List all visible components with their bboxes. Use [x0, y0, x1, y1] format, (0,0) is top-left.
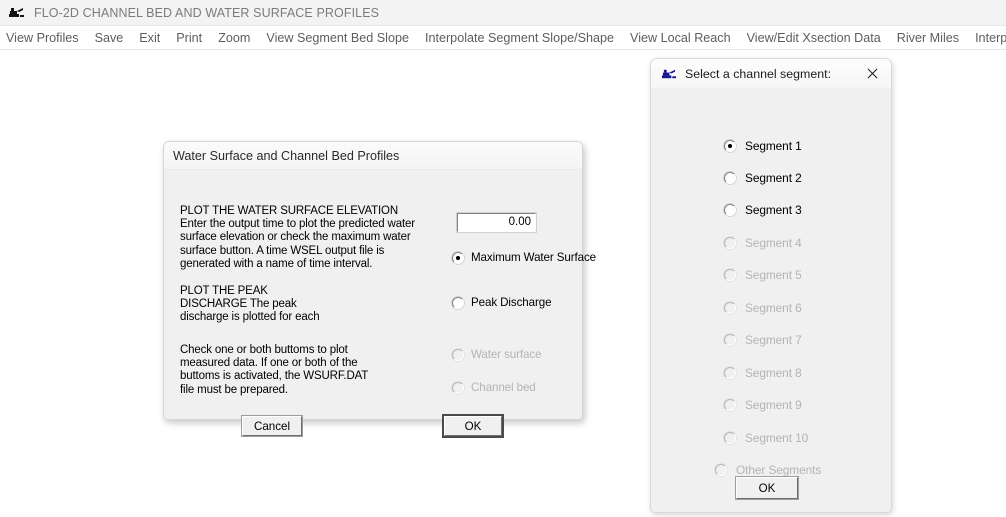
- radio-indicator-icon: [724, 237, 736, 249]
- radio-segment-1[interactable]: Segment 1: [724, 139, 802, 153]
- menu-item-print[interactable]: Print: [168, 26, 210, 50]
- menu-item-save[interactable]: Save: [87, 26, 132, 50]
- radio-indicator-icon: [724, 334, 736, 346]
- radio-label: Segment 9: [745, 398, 802, 412]
- radio-indicator-icon: [724, 302, 736, 314]
- radio-channel-bed-measured: Channel bed: [452, 381, 536, 394]
- menu-item-view-local-reach[interactable]: View Local Reach: [622, 26, 739, 50]
- radio-segment-8: Segment 8: [724, 366, 802, 380]
- menu-item-interpolate-n-values[interactable]: Interpolate n-values: [967, 26, 1006, 50]
- radio-label: Segment 4: [745, 236, 802, 250]
- segment-ok-button[interactable]: OK: [736, 477, 798, 499]
- radio-label: Segment 8: [745, 366, 802, 380]
- radio-label: Maximum Water Surface: [471, 251, 596, 264]
- radio-label: Segment 1: [745, 139, 802, 153]
- radio-water-surface-measured: Water surface: [452, 348, 541, 361]
- radio-maximum-water-surface[interactable]: Maximum Water Surface: [452, 251, 596, 264]
- ok-button[interactable]: OK: [444, 416, 502, 436]
- radio-indicator-icon: [724, 172, 736, 184]
- output-time-input[interactable]: 0.00: [457, 213, 536, 232]
- profiles-dialog-titlebar: Water Surface and Channel Bed Profiles: [164, 142, 582, 170]
- radio-segment-2[interactable]: Segment 2: [724, 171, 802, 185]
- menu-item-exit[interactable]: Exit: [131, 26, 168, 50]
- menu-item-view-profiles[interactable]: View Profiles: [0, 26, 87, 50]
- menu-item-zoom[interactable]: Zoom: [210, 26, 258, 50]
- radio-peak-discharge[interactable]: Peak Discharge: [452, 296, 551, 309]
- window-titlebar: FLO-2D CHANNEL BED AND WATER SURFACE PRO…: [0, 0, 1006, 26]
- radio-other-segments: Other Segments: [715, 463, 821, 477]
- plot-peak-discharge-text: PLOT THE PEAK DISCHARGE The peak dischar…: [180, 285, 428, 325]
- radio-label: Other Segments: [736, 463, 821, 477]
- radio-indicator-icon: [724, 269, 736, 281]
- measured-data-instructions-text: Check one or both buttoms to plot measur…: [180, 344, 428, 397]
- radio-label: Segment 5: [745, 268, 802, 282]
- water-surface-profiles-dialog: Water Surface and Channel Bed Profiles P…: [163, 141, 583, 420]
- radio-segment-5: Segment 5: [724, 268, 802, 282]
- menu-item-river-miles[interactable]: River Miles: [889, 26, 967, 50]
- radio-indicator-icon: [452, 382, 464, 394]
- segment-dialog-title: Select a channel segment:: [685, 67, 851, 81]
- flo2d-app-icon: [661, 67, 677, 81]
- radio-indicator-icon: [724, 140, 736, 152]
- menu-bar: View Profiles Save Exit Print Zoom View …: [0, 26, 1006, 50]
- radio-indicator-icon: [724, 399, 736, 411]
- radio-indicator-icon: [452, 252, 464, 264]
- radio-label: Segment 7: [745, 333, 802, 347]
- radio-label: Segment 2: [745, 171, 802, 185]
- radio-segment-7: Segment 7: [724, 333, 802, 347]
- radio-label: Channel bed: [471, 381, 536, 394]
- app-root: FLO-2D CHANNEL BED AND WATER SURFACE PRO…: [0, 0, 1006, 517]
- radio-indicator-icon: [724, 204, 736, 216]
- radio-label: Water surface: [471, 348, 541, 361]
- radio-label: Peak Discharge: [471, 296, 551, 309]
- radio-segment-6: Segment 6: [724, 301, 802, 315]
- segment-radio-list: Segment 1 Segment 2 Segment 3 Segment 4 …: [651, 89, 891, 481]
- cancel-button[interactable]: Cancel: [242, 416, 302, 436]
- radio-indicator-icon: [452, 349, 464, 361]
- menu-item-view-segment-bed-slope[interactable]: View Segment Bed Slope: [258, 26, 417, 50]
- plot-water-surface-elevation-text: PLOT THE WATER SURFACE ELEVATION Enter t…: [180, 205, 428, 271]
- radio-segment-3[interactable]: Segment 3: [724, 203, 802, 217]
- menu-item-view-edit-xsection-data[interactable]: View/Edit Xsection Data: [739, 26, 889, 50]
- select-channel-segment-dialog: Select a channel segment: Segment 1 Segm…: [650, 58, 892, 513]
- radio-indicator-icon: [724, 367, 736, 379]
- radio-label: Segment 6: [745, 301, 802, 315]
- radio-indicator-icon: [724, 432, 736, 444]
- radio-indicator-icon: [452, 297, 464, 309]
- profiles-dialog-title: Water Surface and Channel Bed Profiles: [173, 149, 399, 163]
- close-icon[interactable]: [859, 63, 885, 85]
- radio-segment-9: Segment 9: [724, 398, 802, 412]
- radio-segment-4: Segment 4: [724, 236, 802, 250]
- profiles-dialog-body: PLOT THE WATER SURFACE ELEVATION Enter t…: [164, 170, 582, 420]
- radio-segment-10: Segment 10: [724, 431, 808, 445]
- flo2d-app-icon: [8, 5, 25, 20]
- radio-indicator-icon: [715, 464, 727, 476]
- menu-item-interpolate-segment-slope-shape[interactable]: Interpolate Segment Slope/Shape: [417, 26, 622, 50]
- segment-dialog-titlebar: Select a channel segment:: [651, 59, 891, 89]
- radio-label: Segment 3: [745, 203, 802, 217]
- window-title: FLO-2D CHANNEL BED AND WATER SURFACE PRO…: [34, 6, 379, 20]
- radio-label: Segment 10: [745, 431, 808, 445]
